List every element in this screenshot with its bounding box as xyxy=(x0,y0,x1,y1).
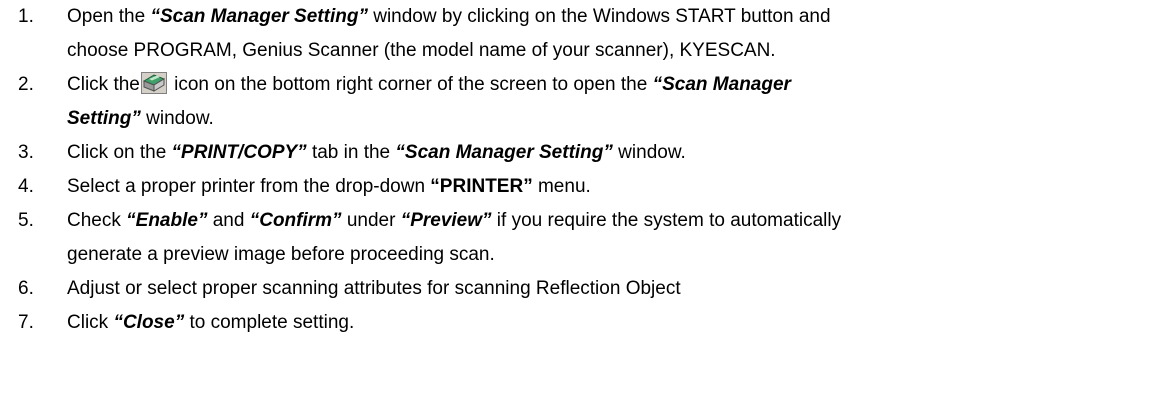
text-run: if you require the system to automatical… xyxy=(491,210,842,231)
step-line: Click “Close” to complete setting. xyxy=(67,306,1142,340)
option-emphasis: “Preview” xyxy=(400,210,492,231)
step-text: Adjust or select proper scanning attribu… xyxy=(67,272,1142,306)
step-text: Check “Enable” and “Confirm” under “Prev… xyxy=(67,204,1142,272)
step-line: Click on the “PRINT/COPY” tab in the “Sc… xyxy=(67,136,1142,170)
text-run: window. xyxy=(140,108,214,129)
instructions-document: 1. Open the “Scan Manager Setting” windo… xyxy=(0,0,1154,418)
text-run: Click the xyxy=(67,74,140,95)
text-run: menu. xyxy=(532,176,591,197)
option-emphasis: “Enable” xyxy=(126,210,208,231)
window-name-emphasis: “Scan Manager xyxy=(652,74,791,95)
scanner-tray-icon xyxy=(140,72,167,94)
step-line: Click the icon on the bottom right corne… xyxy=(67,68,1142,102)
step-number: 3. xyxy=(18,142,34,163)
step-number: 5. xyxy=(18,210,34,231)
step-line: generate a preview image before proceedi… xyxy=(67,244,495,265)
window-name-emphasis: “Scan Manager Setting” xyxy=(150,6,368,27)
text-run: Select a proper printer from the drop-do… xyxy=(67,176,431,197)
step-line: choose PROGRAM, Genius Scanner (the mode… xyxy=(67,40,776,61)
step-number: 7. xyxy=(18,312,34,333)
step-number: 4. xyxy=(18,176,34,197)
text-run: and xyxy=(207,210,250,231)
window-name-emphasis: Setting” xyxy=(67,108,141,129)
step-line: Setting” window. xyxy=(67,102,1142,136)
text-run: window by clicking on the Windows START … xyxy=(367,6,831,27)
step-line: Open the “Scan Manager Setting” window b… xyxy=(67,0,1142,34)
button-name-emphasis: “Close” xyxy=(113,312,185,333)
text-run: Check xyxy=(67,210,127,231)
step-number: 1. xyxy=(18,6,34,27)
step-line: Adjust or select proper scanning attribu… xyxy=(67,278,681,299)
text-run: under xyxy=(341,210,401,231)
step-text: Click “Close” to complete setting. xyxy=(67,306,1142,340)
step-text: Click on the “PRINT/COPY” tab in the “Sc… xyxy=(67,136,1142,170)
text-run: tab in the xyxy=(306,142,396,163)
step-text: Select a proper printer from the drop-do… xyxy=(67,170,1142,204)
step-number: 6. xyxy=(18,278,34,299)
step-line: Select a proper printer from the drop-do… xyxy=(67,170,1142,204)
step-line: Check “Enable” and “Confirm” under “Prev… xyxy=(67,204,1142,238)
window-name-emphasis: “Scan Manager Setting” xyxy=(395,142,613,163)
step-text: Open the “Scan Manager Setting” window b… xyxy=(67,0,1142,68)
menu-name-strong: “PRINTER” xyxy=(430,176,533,197)
tab-name-emphasis: “PRINT/COPY” xyxy=(171,142,307,163)
text-run: Click xyxy=(67,312,114,333)
text-run: Open the xyxy=(67,6,151,27)
text-run: to complete setting. xyxy=(184,312,355,333)
text-run: window. xyxy=(612,142,686,163)
step-number: 2. xyxy=(18,74,34,95)
option-emphasis: “Confirm” xyxy=(249,210,342,231)
step-text: Click the icon on the bottom right corne… xyxy=(67,68,1142,136)
text-run: Click on the xyxy=(67,142,172,163)
text-run: icon on the bottom right corner of the s… xyxy=(168,74,653,95)
